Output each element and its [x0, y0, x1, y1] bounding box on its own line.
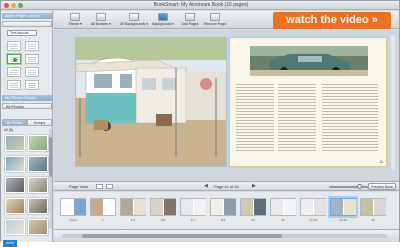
next-page-arrow-icon[interactable]: ▶ — [252, 183, 256, 189]
title-bar: BookSmart: My Airstream Book (16 pages) — [1, 1, 399, 10]
filmstrip-scrollbar[interactable] — [62, 234, 387, 238]
left-panel: Apply Page Layouts Text layouts My Photo… — [1, 11, 53, 247]
all-backgrounds-label: All Backgrounds ▾ — [119, 22, 149, 26]
remove-page-button[interactable]: Remove Page — [199, 12, 231, 28]
backgrounds-icon — [129, 13, 139, 21]
text-column — [322, 82, 378, 152]
zoom-slider-knob[interactable] — [357, 184, 362, 189]
spread-label: 10 — [251, 218, 255, 222]
spread-label: 4-5 — [160, 218, 166, 222]
all-borders-label: All Borders ▾ — [91, 22, 111, 26]
app-window: BookSmart: My Airstream Book (16 pages) … — [0, 0, 400, 247]
spread-label: 2-3 — [130, 218, 136, 222]
airstream-trailer-photo — [76, 38, 226, 166]
book-canvas: 15 — [54, 30, 399, 181]
page-filmstrip: Cover 1 2-3 4-5 6-7 8-9 10 11 12-13 14-1… — [54, 192, 399, 229]
theme-icon — [70, 13, 80, 21]
text-column — [236, 82, 274, 152]
spread-label: 16 — [371, 218, 375, 222]
spread-thumb[interactable] — [150, 198, 176, 216]
single-page-view-button[interactable] — [96, 184, 103, 189]
photo-thumb[interactable] — [28, 219, 48, 235]
photos-scroll-thumb[interactable] — [49, 137, 52, 177]
spread-label: 6-7 — [190, 218, 196, 222]
collection-label[interactable]: All Photos — [2, 103, 52, 109]
layouts-filter-select[interactable]: Text layouts — [7, 30, 37, 36]
window-title: BookSmart: My Airstream Book (16 pages) — [153, 2, 249, 8]
photo-thumb[interactable] — [28, 135, 48, 151]
layout-thumb[interactable] — [25, 67, 39, 77]
spread-thumb[interactable] — [180, 198, 206, 216]
photo-thumb[interactable] — [5, 177, 25, 193]
photo-thumb[interactable] — [5, 156, 25, 172]
spread-thumb-selected[interactable] — [330, 198, 356, 216]
remove-page-icon — [210, 13, 220, 21]
photo-thumb[interactable] — [5, 198, 25, 214]
right-page[interactable]: 15 — [229, 37, 387, 167]
photos-count-label: All (8) — [4, 128, 14, 132]
photo-tabs: My Photos Groups — [2, 119, 52, 126]
tab-groups[interactable]: Groups — [27, 119, 52, 126]
spread-label: 1 — [102, 218, 104, 222]
preview-book-button[interactable]: Preview Book — [368, 183, 396, 190]
photo-groups-header: My Photo Groups — [2, 95, 52, 101]
minimize-window-button[interactable] — [11, 3, 16, 8]
photo-thumb[interactable] — [28, 156, 48, 172]
photo-thumb[interactable] — [5, 135, 25, 151]
filmstrip-scroll-thumb[interactable] — [82, 234, 282, 238]
page-number: 15 — [379, 160, 383, 164]
spread-view-button[interactable] — [106, 184, 113, 189]
filmstrip-scroll-bar — [54, 229, 399, 242]
background-icon — [158, 13, 168, 21]
background-label: Background ▾ — [152, 22, 174, 26]
text-column — [278, 82, 316, 152]
anim-logo: anim — [3, 240, 17, 247]
tab-my-photos[interactable]: My Photos — [2, 119, 27, 126]
spread-label: Cover — [68, 218, 77, 222]
page-view-bar: Page View ◀ Page 11 of 16 ▶ Preview Book — [54, 181, 399, 191]
photo-thumb[interactable] — [28, 198, 48, 214]
watch-video-button[interactable]: watch the video » — [273, 12, 391, 29]
all-borders-button[interactable]: All Borders ▾ — [85, 12, 117, 28]
add-pages-icon — [185, 13, 195, 21]
layout-thumb[interactable] — [7, 41, 21, 51]
spread-label: 11 — [281, 218, 285, 222]
spread-label: 8-9 — [220, 218, 226, 222]
layouts-header: Apply Page Layouts — [2, 13, 52, 19]
theme-button-label: Theme ▾ — [68, 22, 82, 26]
spread-label: 12-13 — [309, 218, 317, 222]
page-indicator: Page 11 of 16 — [214, 184, 239, 189]
canvas-scrollbar[interactable] — [391, 35, 395, 170]
spread-thumb[interactable] — [90, 198, 116, 216]
zoom-window-button[interactable] — [18, 3, 23, 8]
layouts-mode-bar — [2, 21, 52, 27]
layout-thumb[interactable] — [7, 67, 21, 77]
previous-page-arrow-icon[interactable]: ◀ — [204, 183, 208, 189]
left-page[interactable] — [75, 37, 227, 167]
close-window-button[interactable] — [4, 3, 9, 8]
borders-icon — [96, 13, 106, 21]
spread-thumb[interactable] — [60, 198, 86, 216]
photo-thumb[interactable] — [5, 219, 25, 235]
layout-thumb[interactable] — [25, 41, 39, 51]
spread-thumb[interactable] — [120, 198, 146, 216]
add-pages-label: Add Pages — [181, 22, 199, 26]
spread-label: 14-15 — [339, 218, 347, 222]
layout-thumb[interactable] — [25, 80, 39, 90]
layout-thumb[interactable] — [7, 80, 21, 90]
spread-thumb[interactable] — [240, 198, 266, 216]
layout-thumb[interactable] — [25, 54, 39, 64]
photo-thumb[interactable] — [28, 177, 48, 193]
spread-thumb[interactable] — [270, 198, 296, 216]
spread-thumb[interactable] — [360, 198, 386, 216]
spread-thumb[interactable] — [210, 198, 236, 216]
page-view-label: Page View — [69, 184, 89, 189]
spread-thumb[interactable] — [300, 198, 326, 216]
remove-page-label: Remove Page — [203, 22, 227, 26]
photos-scrollbar[interactable] — [49, 129, 52, 229]
vintage-truck-photo — [250, 46, 368, 76]
add-layout-icon — [13, 58, 17, 62]
